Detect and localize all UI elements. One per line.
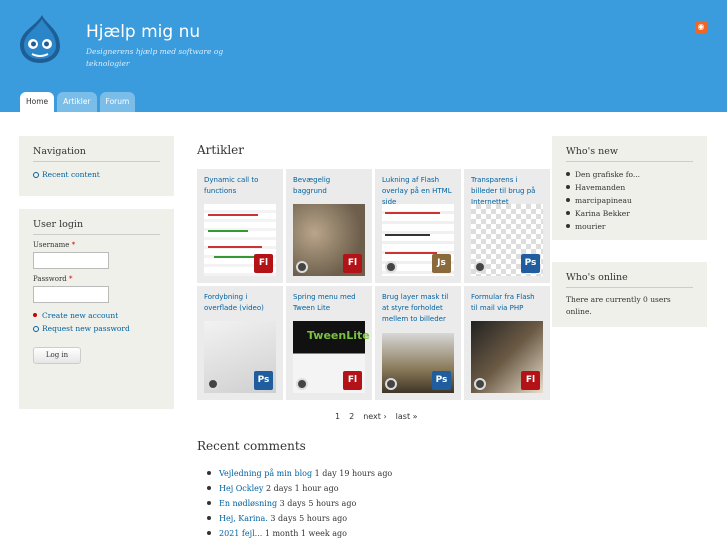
pager-next[interactable]: next › <box>363 412 386 421</box>
list-item: Vejledning på min blog 1 day 19 hours ag… <box>207 466 392 481</box>
article-thumbnail[interactable]: Js <box>382 204 454 276</box>
article-title[interactable]: Formular fra Flash til mail via PHP <box>471 292 543 314</box>
pager: 1 2 next › last » <box>335 412 418 421</box>
article-title[interactable]: Spring menu med Tween Lite <box>293 292 365 314</box>
comment-link[interactable]: Hej, Karina. <box>219 514 268 523</box>
article-thumbnail[interactable]: TweenLite Fl <box>293 321 370 393</box>
drupal-logo-icon[interactable] <box>16 14 64 64</box>
list-item: En nødløsning 3 days 5 hours ago <box>207 496 392 511</box>
video-play-icon <box>474 378 486 390</box>
navigation-block: Navigation Recent content <box>19 136 174 196</box>
article-thumbnail[interactable]: Fl <box>204 204 276 276</box>
article-card[interactable]: Dynamic call to functions Fl <box>197 169 283 283</box>
video-play-icon <box>296 261 308 273</box>
article-card[interactable]: Transparens i billeder til brug på Inter… <box>464 169 550 283</box>
photoshop-badge-icon: Ps <box>432 371 451 390</box>
recent-comments-list: Vejledning på min blog 1 day 19 hours ag… <box>207 466 392 541</box>
video-play-icon <box>385 261 397 273</box>
tab-artikler[interactable]: Artikler <box>57 92 97 112</box>
article-card[interactable]: Brug layer mask til at styre forholdet m… <box>375 286 461 400</box>
article-card[interactable]: Bevægelig baggrund Fl <box>286 169 372 283</box>
password-label: Password * <box>33 275 73 283</box>
list-item: Hej, Karina. 3 days 5 hours ago <box>207 511 392 526</box>
request-password-link[interactable]: Request new password <box>42 324 130 333</box>
article-thumbnail[interactable]: Ps <box>471 204 543 276</box>
tab-forum[interactable]: Forum <box>99 92 136 112</box>
whos-online-block: Who's online There are currently 0 users… <box>552 262 707 327</box>
block-title: User login <box>33 219 160 235</box>
user-link[interactable]: Havemanden <box>575 183 625 192</box>
video-play-icon <box>207 378 219 390</box>
username-label: Username * <box>33 241 76 249</box>
pager-current: 1 <box>335 412 341 421</box>
site-header: Hjælp mig nu Designerens hjælp med softw… <box>0 0 727 112</box>
article-thumbnail[interactable]: Ps <box>204 321 276 393</box>
flash-badge-icon: Fl <box>254 254 273 273</box>
article-card[interactable]: Lukning af Flash overlay på en HTML side… <box>375 169 461 283</box>
video-play-icon <box>296 378 308 390</box>
comment-link[interactable]: Hej Ockley <box>219 484 263 493</box>
article-title[interactable]: Brug layer mask til at styre forholdet m… <box>382 292 454 325</box>
tab-home[interactable]: Home <box>20 92 55 112</box>
flash-badge-icon: Fl <box>521 371 540 390</box>
username-input[interactable] <box>33 252 109 269</box>
article-thumbnail[interactable]: Fl <box>471 321 543 393</box>
site-slogan: Designerens hjælp med software og teknol… <box>86 47 224 68</box>
block-title: Navigation <box>33 146 160 162</box>
flash-badge-icon: Fl <box>343 371 362 390</box>
user-link[interactable]: Karina Bekker <box>575 209 630 218</box>
site-name[interactable]: Hjælp mig nu <box>86 22 200 42</box>
comment-link[interactable]: 2021 fejl... <box>219 529 262 538</box>
create-account-link[interactable]: Create new account <box>42 311 118 320</box>
article-card[interactable]: Spring menu med Tween Lite TweenLite Fl <box>286 286 372 400</box>
user-link[interactable]: mourier <box>575 222 605 231</box>
comment-link[interactable]: Vejledning på min blog <box>219 469 312 478</box>
articles-grid: Dynamic call to functions Fl Bevægelig b… <box>197 169 550 400</box>
whos-new-block: Who's new Den grafiske fo... Havemanden … <box>552 136 707 240</box>
user-login-block: User login Username * Password * Create … <box>19 209 174 409</box>
photoshop-badge-icon: Ps <box>254 371 273 390</box>
tweenlite-logo: TweenLite <box>307 329 370 342</box>
block-title: Who's online <box>566 272 693 288</box>
javascript-badge-icon: Js <box>432 254 451 273</box>
login-button[interactable]: Log in <box>33 347 81 364</box>
user-link[interactable]: marcipapineau <box>575 196 632 205</box>
block-title: Who's new <box>566 146 693 162</box>
article-card[interactable]: Formular fra Flash til mail via PHP Fl <box>464 286 550 400</box>
pager-page-2[interactable]: 2 <box>349 412 354 421</box>
page-title: Artikler <box>197 143 245 157</box>
article-card[interactable]: Fordybning i overflade (video) Ps <box>197 286 283 400</box>
password-input[interactable] <box>33 286 109 303</box>
recent-comments-title: Recent comments <box>197 439 306 453</box>
user-link[interactable]: Den grafiske fo... <box>575 170 640 179</box>
primary-tabs: Home Artikler Forum <box>20 92 136 112</box>
photoshop-badge-icon: Ps <box>521 254 540 273</box>
list-item: Hej Ockley 2 days 1 hour ago <box>207 481 392 496</box>
rss-icon[interactable]: ◉ <box>695 21 707 33</box>
article-thumbnail[interactable]: Fl <box>293 204 365 276</box>
article-title[interactable]: Fordybning i overflade (video) <box>204 292 276 314</box>
list-item: 2021 fejl... 1 month 1 week ago <box>207 526 392 541</box>
whos-online-text: There are currently 0 users online. <box>566 295 671 316</box>
video-play-icon <box>385 378 397 390</box>
article-title[interactable]: Bevægelig baggrund <box>293 175 365 197</box>
comment-link[interactable]: En nødløsning <box>219 499 277 508</box>
video-play-icon <box>474 261 486 273</box>
article-thumbnail[interactable]: Ps <box>382 333 454 393</box>
article-title[interactable]: Dynamic call to functions <box>204 175 276 197</box>
pager-last[interactable]: last » <box>396 412 418 421</box>
nav-recent-content-link[interactable]: Recent content <box>42 170 100 179</box>
flash-badge-icon: Fl <box>343 254 362 273</box>
